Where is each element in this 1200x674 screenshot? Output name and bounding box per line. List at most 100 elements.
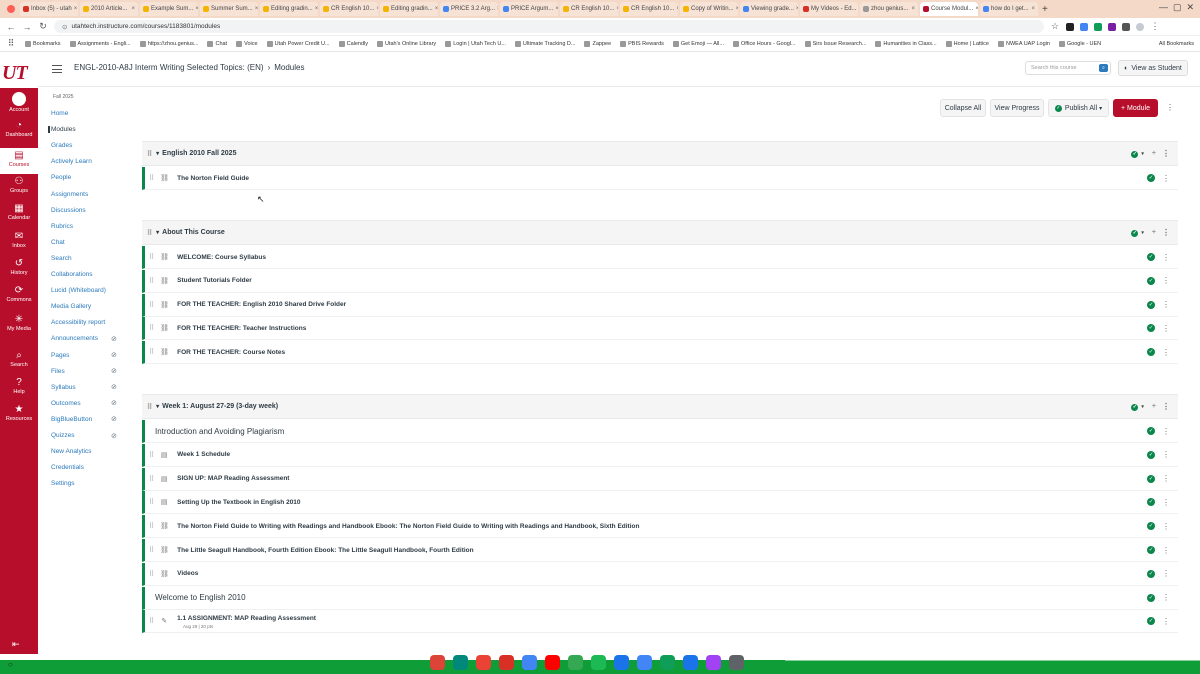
module-item[interactable]: ⠿ ▤ SIGN UP: MAP Reading Assessment ✓ ⋮ [142, 467, 1178, 491]
item-title[interactable]: WELCOME: Course Syllabus [177, 254, 266, 261]
bookmark-item[interactable]: Google - UEN [1058, 40, 1101, 47]
global-nav-courses[interactable]: ▤ Courses [0, 148, 38, 174]
module-item[interactable]: ⠿ ⛓ WELCOME: Course Syllabus ✓ ⋮ [142, 246, 1178, 269]
caret-down-icon[interactable]: ▾ [156, 403, 159, 410]
close-tab-icon[interactable]: × [555, 6, 558, 12]
published-check-icon[interactable]: ✓ [1147, 450, 1155, 459]
global-nav-account[interactable]: Account [0, 92, 38, 113]
item-options-icon[interactable]: ⋮ [1162, 569, 1170, 578]
extension-icon[interactable] [1066, 22, 1074, 31]
global-nav-groups[interactable]: ⚇ Groups [0, 176, 38, 194]
bookmark-item[interactable]: Chat [207, 40, 227, 47]
course-nav-pages[interactable]: Pages [51, 352, 69, 359]
item-options-icon[interactable]: ⋮ [1162, 522, 1170, 531]
view-progress-button[interactable]: View Progress [990, 99, 1044, 117]
item-options-icon[interactable]: ⋮ [1162, 498, 1170, 507]
bookmark-item[interactable]: Calendly [338, 40, 368, 47]
meet-icon[interactable] [453, 655, 468, 670]
course-nav-modules[interactable]: Modules [48, 126, 76, 134]
course-nav-files[interactable]: Files [51, 368, 65, 375]
browser-tab[interactable]: Inbox (5) - utah × [20, 2, 78, 16]
drag-handle-icon[interactable]: ⠿ [149, 301, 154, 309]
bookmark-item[interactable]: https://zhou.genius... [139, 40, 198, 47]
item-title[interactable]: Setting Up the Textbook in English 2010 [177, 499, 300, 506]
browser-tab[interactable]: Copy of Writin... × [680, 2, 738, 16]
item-options-icon[interactable]: ⋮ [1162, 324, 1170, 333]
item-title[interactable]: FOR THE TEACHER: Course Notes [177, 349, 285, 356]
browser-tab[interactable]: Course Modul... × [920, 2, 978, 16]
forward-icon[interactable]: → [22, 22, 32, 32]
bookmark-item[interactable]: Assignments - Engli... [69, 40, 131, 47]
new-tab-icon[interactable]: + [1042, 4, 1048, 15]
drag-handle-icon[interactable]: ⠿ [147, 229, 152, 237]
module-subheader[interactable]: Welcome to English 2010 ✓ ⋮ [142, 586, 1178, 610]
close-tab-icon[interactable]: × [315, 6, 318, 12]
course-nav-bigbluebutton[interactable]: BigBlueButton [51, 416, 92, 423]
ut-logo[interactable]: UT [0, 52, 38, 88]
module-publish-toggle[interactable]: ✓ ▾ [1131, 229, 1144, 237]
course-nav-grades[interactable]: Grades [51, 142, 72, 149]
play-store-icon[interactable] [568, 655, 583, 670]
drag-handle-icon[interactable]: ⠿ [149, 546, 154, 554]
browser-tab[interactable]: PRICE 3.2 Arg...× [440, 2, 498, 16]
browser-icon[interactable] [476, 655, 491, 670]
hamburger-menu-icon[interactable] [52, 65, 62, 73]
close-tab-icon[interactable]: × [376, 6, 378, 12]
page-options-icon[interactable]: ⋮ [1166, 103, 1174, 112]
item-title[interactable]: FOR THE TEACHER: Teacher Instructions [177, 325, 306, 332]
course-nav-outcomes[interactable]: Outcomes [51, 400, 81, 407]
files-icon[interactable] [614, 655, 629, 670]
bookmark-item[interactable]: Voice [236, 40, 258, 47]
browser-tab[interactable]: Viewing grade... × [740, 2, 798, 16]
global-nav-history[interactable]: ↺ History [0, 258, 38, 276]
bookmark-item[interactable]: Office Hours - Googl... [733, 40, 796, 47]
close-tab-icon[interactable]: × [435, 6, 438, 12]
published-check-icon[interactable]: ✓ [1147, 348, 1155, 357]
drag-handle-icon[interactable]: ⠿ [149, 617, 154, 625]
published-check-icon[interactable]: ✓ [1147, 569, 1155, 578]
drag-handle-icon[interactable]: ⠿ [149, 475, 154, 483]
module-publish-toggle[interactable]: ✓ ▾ [1131, 150, 1144, 158]
module-subheader[interactable]: Introduction and Avoiding Plagiarism ✓ ⋮ [142, 420, 1178, 443]
course-nav-accessibility-report[interactable]: Accessibility report [51, 319, 105, 326]
course-nav-credentials[interactable]: Credentials [51, 464, 84, 471]
published-check-icon[interactable]: ✓ [1147, 174, 1155, 182]
published-check-icon[interactable]: ✓ [1147, 474, 1155, 483]
course-nav-people[interactable]: People [51, 174, 71, 181]
youtube-icon[interactable] [545, 655, 560, 670]
launcher-icon[interactable]: ○ [8, 660, 13, 669]
browser-tab[interactable]: Summer Sum... × [200, 2, 258, 16]
add-module-button[interactable]: + Module [1113, 99, 1158, 117]
browser-tab[interactable]: 2010 Article... × [80, 2, 138, 16]
site-info-icon[interactable]: ⊙ [62, 23, 67, 31]
item-options-icon[interactable]: ⋮ [1162, 450, 1170, 459]
caret-down-icon[interactable]: ▾ [156, 229, 159, 236]
item-title[interactable]: Videos [177, 570, 198, 577]
course-nav-rubrics[interactable]: Rubrics [51, 223, 73, 230]
published-check-icon[interactable]: ✓ [1147, 300, 1155, 309]
item-options-icon[interactable]: ⋮ [1162, 593, 1170, 602]
global-nav-commons[interactable]: ⟳ Commons [0, 285, 38, 303]
global-nav-search[interactable]: ⌕ Search [0, 350, 38, 368]
collapse-nav-icon[interactable]: ⇤ [12, 639, 20, 650]
close-tab-icon[interactable]: × [195, 6, 198, 12]
item-title[interactable]: SIGN UP: MAP Reading Assessment [177, 475, 289, 482]
global-nav-resources[interactable]: ★ Resources [0, 404, 38, 422]
publish-all-button[interactable]: ✓ Publish All ▾ [1048, 99, 1109, 117]
course-nav-media-gallery[interactable]: Media Gallery [51, 303, 91, 310]
back-icon[interactable]: ← [6, 22, 16, 32]
published-check-icon[interactable]: ✓ [1147, 276, 1155, 285]
global-nav-calendar[interactable]: ▦ Calendar [0, 203, 38, 221]
published-check-icon[interactable]: ✓ [1147, 546, 1155, 554]
course-nav-home[interactable]: Home [51, 110, 68, 117]
browser-tab[interactable]: PRICE Argum... × [500, 2, 558, 16]
course-nav-new-analytics[interactable]: New Analytics [51, 448, 91, 455]
screencast-icon[interactable] [683, 655, 698, 670]
close-tab-icon[interactable]: × [131, 6, 135, 12]
course-nav-quizzes[interactable]: Quizzes [51, 432, 74, 439]
published-check-icon[interactable]: ✓ [1147, 522, 1155, 531]
item-options-icon[interactable]: ⋮ [1162, 300, 1170, 309]
browser-tab[interactable]: My Videos - Ed...× [800, 2, 858, 16]
drag-handle-icon[interactable]: ⠿ [149, 174, 154, 182]
close-tab-icon[interactable]: × [497, 6, 498, 12]
